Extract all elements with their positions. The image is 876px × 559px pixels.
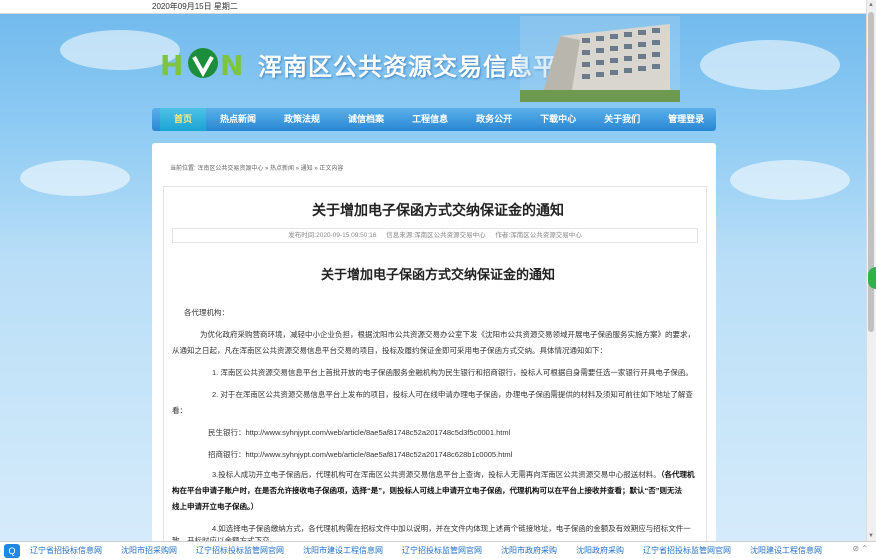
nav-item-government[interactable]: 政务公开 [462,108,526,131]
cloud-decoration [730,160,850,200]
article-inner-title: 关于增加电子保函方式交纳保证金的通知 [320,268,555,283]
nav-item-policy[interactable]: 政策法规 [270,108,334,131]
nav-item-hot-news[interactable]: 热点新闻 [206,108,270,131]
building-image [520,16,680,102]
bottom-link-6[interactable]: 沈阳市政府采购 [501,545,557,556]
greeting: 各代理机构： [184,308,229,317]
bottom-link-9[interactable]: 沈阳建设工程信息网 [750,545,822,556]
breadcrumb: 当前位置: 浑南区公共交易资源中心 » 热点新闻 » 通知 » 正文内容 [170,166,344,172]
search-icon[interactable]: Q [4,543,20,558]
side-float-widget[interactable] [868,267,876,289]
item-3a-bold: （各代理机 [660,470,695,479]
top-date-bar: 2020年09月15日 星期二 [0,0,866,14]
item-3b-bold: 构在平台申请子账户时，在是否允许接收电子保函项，选择“是”，则投标人可线上申请开… [172,486,682,495]
item-3a-text: 3.投标人成功开立电子保函后，代理机构可在浑南区公共资源交易信息平台上查询，投标… [212,470,661,479]
item-4a: 4.如选择电子保函缴纳方式，各代理机构需在招标文件中加以说明，并在文件内体现上述… [212,524,691,533]
bottom-link-1[interactable]: 辽宁省招投标信息网 [30,545,102,556]
link-minsheng[interactable]: 民生银行：http://www.syhnjypt.com/web/article… [208,425,510,441]
item-2b: 看： [172,406,187,415]
svg-text:H: H [160,49,183,81]
paragraph-1b: 从通知之日起，凡在浑南区公共资源交易信息平台交易的项目，投标及履约保证金即可采用… [172,346,607,355]
link-zhaoshang[interactable]: 招商银行：http://www.syhnjypt.com/web/article… [208,447,512,463]
nav-item-about[interactable]: 关于我们 [590,108,654,131]
scroll-up-icon[interactable]: ▲ [866,0,876,10]
item-1: 1. 浑南区公共资源交易信息平台上首批开放的电子保函服务金融机构为民生银行和招商… [212,368,693,377]
item-3c-bold: 线上申请开立电子保函。） [172,502,259,511]
item-3c: 线上申请开立电子保函。） [172,499,258,515]
current-date: 2020年09月15日 星期二 [152,2,238,11]
article-meta: 发布时间:2020-09-15 09:50:16 信息来源:浑南区公共资源交易中… [172,228,698,243]
main-nav: 首页 热点新闻 政策法规 诚信档案 工程信息 政务公开 下载中心 关于我们 管理… [152,108,716,131]
nav-item-home[interactable]: 首页 [160,108,207,131]
nav-item-admin-login[interactable]: 管理登录 [654,108,718,131]
bottom-link-8[interactable]: 辽宁省招投标监管网官网 [643,545,731,556]
bottom-link-2[interactable]: 沈阳市招采购网 [121,545,177,556]
cloud-decoration [20,160,130,196]
bottom-link-5[interactable]: 辽宁招投标监管网官网 [402,545,482,556]
bottom-link-7[interactable]: 沈阳政府采购 [576,545,624,556]
svg-text:N: N [220,49,243,81]
bottom-link-4[interactable]: 沈阳市建设工程信息网 [303,545,383,556]
nav-item-engineering[interactable]: 工程信息 [398,108,462,131]
item-3b: 构在平台申请子账户时，在是否允许接收电子保函项，选择“是”，则投标人可线上申请开… [172,483,682,499]
publish-time: 发布时间:2020-09-15 09:50:16 [288,232,377,239]
paragraph-1a: 为优化政府采购营商环境，减轻中小企业负担，根据沈阳市公共资源交易办公室下发《沈阳… [200,330,695,339]
item-3a: 3.投标人成功开立电子保函后，代理机构可在浑南区公共资源交易信息平台上查询，投标… [212,467,695,483]
site-logo: H N [160,48,243,81]
bottom-link-bar: Q 辽宁省招投标信息网 沈阳市招采购网 辽宁招标投标监管网官网 沈阳市建设工程信… [0,541,876,559]
nav-item-credit[interactable]: 诚信档案 [334,108,398,131]
bottom-link-3[interactable]: 辽宁招标投标监管网官网 [196,545,284,556]
close-circle-icon[interactable]: ⊘ ⌃ [852,544,868,553]
info-source: 信息来源:浑南区公共资源交易中心 [386,232,486,239]
cloud-decoration [700,40,840,90]
item-2a: 2. 对于在浑南区公共资源交易信息平台上发布的项目，投标人可在线申请办理电子保函… [212,390,693,399]
author: 作者:浑南区公共资源交易中心 [495,232,582,239]
nav-item-download[interactable]: 下载中心 [526,108,590,131]
article-title: 关于增加电子保函方式交纳保证金的通知 [312,203,564,219]
scroll-down-icon[interactable]: ▼ [866,531,876,541]
